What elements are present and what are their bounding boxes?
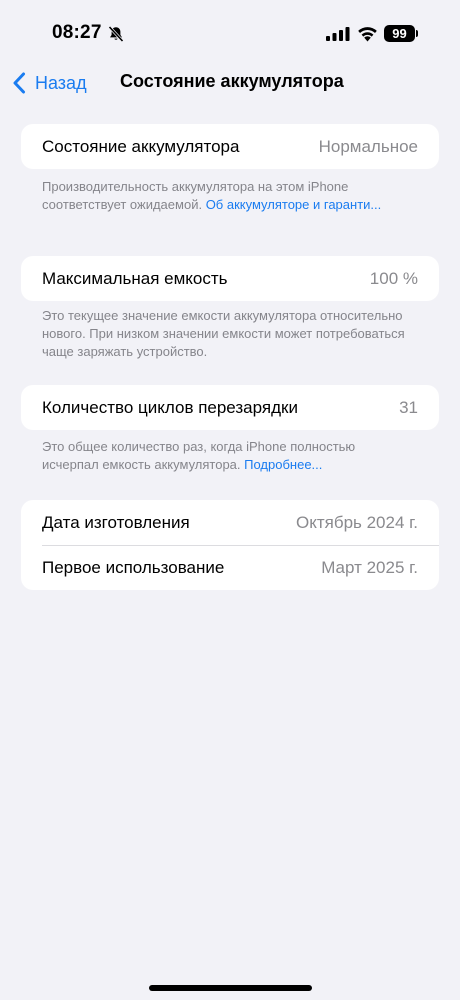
cycle-count-row: Количество циклов перезарядки 31 [21,385,439,430]
dates-card: Дата изготовления Октябрь 2024 г. Первое… [21,500,439,590]
back-label: Назад [35,72,87,93]
manufacture-date-value: Октябрь 2024 г. [295,512,418,532]
max-capacity-label: Максимальная емкость [42,268,228,288]
cycle-count-card: Количество циклов перезарядки 31 [21,385,439,430]
cycle-count-value: 31 [399,397,418,417]
battery-icon: 99 [384,25,415,42]
max-capacity-value: 100 % [369,268,418,288]
page-title: Состояние аккумулятора [120,71,344,91]
back-button[interactable]: Назад [12,70,87,96]
wifi-icon [358,27,377,42]
chevron-left-icon [13,72,25,94]
battery-health-footnote: Производительность аккумулятора на этом … [42,178,412,214]
battery-health-label: Состояние аккумулятора [42,136,240,156]
learn-more-link[interactable]: Подробнее... [244,457,322,472]
max-capacity-footnote-text: Это текущее значение емкости аккумулятор… [42,308,405,359]
manufacture-date-row: Дата изготовления Октябрь 2024 г. [21,500,439,545]
home-indicator[interactable] [149,985,312,991]
first-use-row: Первое использование Март 2025 г. [21,545,439,590]
bell-slash-icon [108,25,124,43]
cellular-signal-icon [326,27,350,41]
cycle-count-footnote: Это общее количество раз, когда iPhone п… [42,438,412,474]
max-capacity-row: Максимальная емкость 100 % [21,256,439,301]
max-capacity-card: Максимальная емкость 100 % [21,256,439,301]
first-use-value: Март 2025 г. [321,557,418,577]
battery-health-card: Состояние аккумулятора Нормальное [21,124,439,169]
battery-tip [416,30,418,37]
first-use-label: Первое использование [42,557,225,577]
screen: 08:27 99 Назад Состояние аккумулятора Со… [0,0,460,1000]
battery-health-row: Состояние аккумулятора Нормальное [21,124,439,169]
battery-health-value: Нормальное [318,136,418,156]
max-capacity-footnote: Это текущее значение емкости аккумулятор… [42,307,412,361]
status-bar: 08:27 99 [0,0,460,66]
manufacture-date-label: Дата изготовления [42,512,190,532]
battery-warranty-link[interactable]: Об аккумуляторе и гаранти... [206,197,382,212]
cycle-count-label: Количество циклов перезарядки [42,397,298,417]
status-time: 08:27 [52,22,102,43]
nav-bar: Назад Состояние аккумулятора [0,62,460,104]
